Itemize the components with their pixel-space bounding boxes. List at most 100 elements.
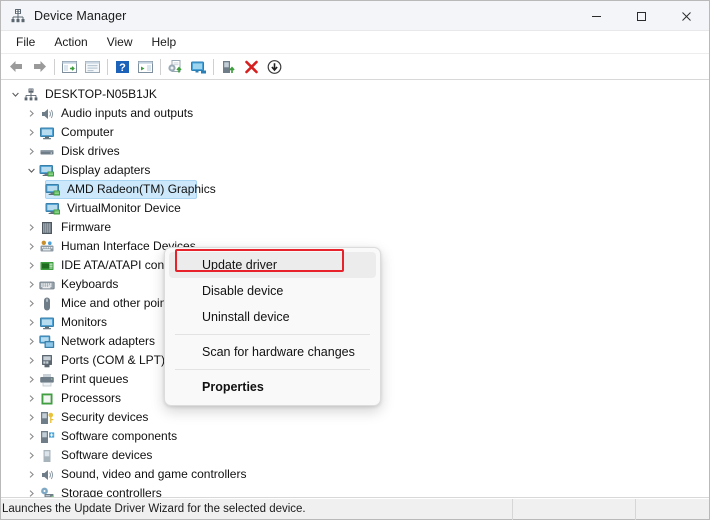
tree-item-label: DESKTOP-N05B1JK — [45, 87, 157, 101]
forward-arrow-icon[interactable] — [28, 56, 51, 78]
menu-bar: File Action View Help — [1, 31, 709, 54]
chevron-right-icon[interactable] — [23, 109, 39, 118]
tree-item-firmware[interactable]: Firmware — [1, 218, 709, 237]
processor-icon — [39, 391, 55, 407]
tree-item-label: VirtualMonitor Device — [67, 201, 181, 215]
menu-item-view[interactable]: View — [98, 33, 142, 51]
context-menu-item-scan-for-hardware-changes[interactable]: Scan for hardware changes — [169, 339, 376, 365]
printer-icon — [39, 372, 55, 388]
context-menu-item-uninstall-device[interactable]: Uninstall device — [169, 304, 376, 330]
storage-controller-icon — [39, 486, 55, 497]
tree-item-label: Display adapters — [61, 163, 151, 177]
display-adapter-icon — [45, 201, 61, 217]
red-x-icon[interactable] — [240, 56, 263, 78]
close-button[interactable] — [664, 1, 709, 31]
tree-item-label: Network adapters — [61, 334, 156, 348]
enable-device-icon[interactable] — [217, 56, 240, 78]
status-bar: Launches the Update Driver Wizard for th… — [1, 498, 709, 520]
chevron-right-icon[interactable] — [23, 318, 39, 327]
minimize-button[interactable] — [574, 1, 619, 31]
window-controls — [574, 1, 709, 31]
chevron-down-icon[interactable] — [7, 90, 23, 99]
software-component-icon — [39, 429, 55, 445]
question-mark-icon[interactable]: ? — [111, 56, 134, 78]
monitor-icon — [39, 315, 55, 331]
svg-text:?: ? — [119, 62, 126, 74]
device-manager-icon — [10, 8, 26, 24]
chevron-right-icon[interactable] — [23, 223, 39, 232]
tree-item-label: Monitors — [61, 315, 108, 329]
chevron-right-icon[interactable] — [23, 299, 39, 308]
tree-item-amd-radeon-graphics[interactable]: AMD Radeon(TM) Graphics — [1, 180, 709, 199]
context-menu-separator — [175, 369, 370, 370]
context-menu-item-properties[interactable]: Properties — [169, 374, 376, 400]
context-menu-item-update-driver[interactable]: Update driver — [169, 252, 376, 278]
toolbar: ? — [1, 54, 709, 80]
chevron-right-icon[interactable] — [23, 356, 39, 365]
display-adapter-icon — [39, 163, 55, 179]
tree-item-root[interactable]: DESKTOP-N05B1JK — [1, 85, 709, 104]
tree-item-disk-drives[interactable]: Disk drives — [1, 142, 709, 161]
chevron-right-icon[interactable] — [23, 147, 39, 156]
tree-item-label: Audio inputs and outputs — [61, 106, 194, 120]
tree-item-audio-inputs-and-outputs[interactable]: Audio inputs and outputs — [1, 104, 709, 123]
chevron-right-icon[interactable] — [23, 432, 39, 441]
tree-item-label: Ports (COM & LPT) — [61, 353, 166, 367]
chevron-right-icon[interactable] — [23, 470, 39, 479]
chevron-right-icon[interactable] — [23, 242, 39, 251]
console-tree-icon[interactable] — [58, 56, 81, 78]
status-bar-panel-2 — [636, 499, 709, 520]
chevron-right-icon[interactable] — [23, 489, 39, 497]
tree-item-software-devices[interactable]: Software devices — [1, 446, 709, 465]
status-bar-message: Launches the Update Driver Wizard for th… — [1, 498, 513, 520]
menu-item-action[interactable]: Action — [45, 33, 96, 51]
toolbar-separator — [213, 58, 214, 75]
device-tree[interactable]: DESKTOP-N05B1JK Audio inputs and outputs — [1, 80, 709, 498]
toolbar-separator — [160, 58, 161, 75]
chevron-right-icon[interactable] — [23, 413, 39, 422]
status-bar-panel-1 — [513, 498, 636, 520]
back-arrow-icon[interactable] — [5, 56, 28, 78]
chevron-right-icon[interactable] — [23, 128, 39, 137]
menu-item-file[interactable]: File — [7, 33, 44, 51]
tree-item-storage-controllers[interactable]: Storage controllers — [1, 484, 709, 498]
tree-item-label: Processors — [61, 391, 122, 405]
tree-item-display-adapters[interactable]: Display adapters — [1, 161, 709, 180]
scan-hardware-icon[interactable] — [187, 56, 210, 78]
chevron-right-icon[interactable] — [23, 451, 39, 460]
tree-item-security-devices[interactable]: Security devices — [1, 408, 709, 427]
tree-item-label: Disk drives — [61, 144, 120, 158]
context-menu-item-disable-device[interactable]: Disable device — [169, 278, 376, 304]
menu-item-help[interactable]: Help — [143, 33, 186, 51]
tree-item-label: Keyboards — [61, 277, 119, 291]
security-device-icon — [39, 410, 55, 426]
tree-item-software-components[interactable]: Software components — [1, 427, 709, 446]
tree-item-virtualmonitor-device[interactable]: VirtualMonitor Device — [1, 199, 709, 218]
down-arrow-circle-icon[interactable] — [263, 56, 286, 78]
network-adapter-icon — [39, 334, 55, 350]
tree-item-sound-video-and-game-controllers[interactable]: Sound, video and game controllers — [1, 465, 709, 484]
tree-item-label: Software components — [61, 429, 178, 443]
context-menu-separator — [175, 334, 370, 335]
context-menu[interactable]: Update driver Disable device Uninstall d… — [164, 247, 381, 406]
chevron-right-icon[interactable] — [23, 375, 39, 384]
chevron-right-icon[interactable] — [23, 337, 39, 346]
tree-item-computer[interactable]: Computer — [1, 123, 709, 142]
software-device-icon — [39, 448, 55, 464]
update-driver-icon[interactable] — [164, 56, 187, 78]
computer-root-icon — [23, 87, 39, 103]
chevron-right-icon[interactable] — [23, 394, 39, 403]
tree-item-label: Software devices — [61, 448, 153, 462]
maximize-button[interactable] — [619, 1, 664, 31]
tree-item-label: Sound, video and game controllers — [61, 467, 247, 481]
tree-item-label: Storage controllers — [61, 486, 162, 498]
chevron-right-icon[interactable] — [23, 261, 39, 270]
device-manager-window: Device Manager File Action View Help ? D… — [0, 0, 710, 520]
chevron-down-icon[interactable] — [23, 166, 39, 175]
action-pane-icon[interactable] — [134, 56, 157, 78]
tree-item-label: Computer — [61, 125, 114, 139]
chevron-right-icon[interactable] — [23, 280, 39, 289]
port-icon — [39, 353, 55, 369]
speaker-icon — [39, 106, 55, 122]
properties-window-icon[interactable] — [81, 56, 104, 78]
